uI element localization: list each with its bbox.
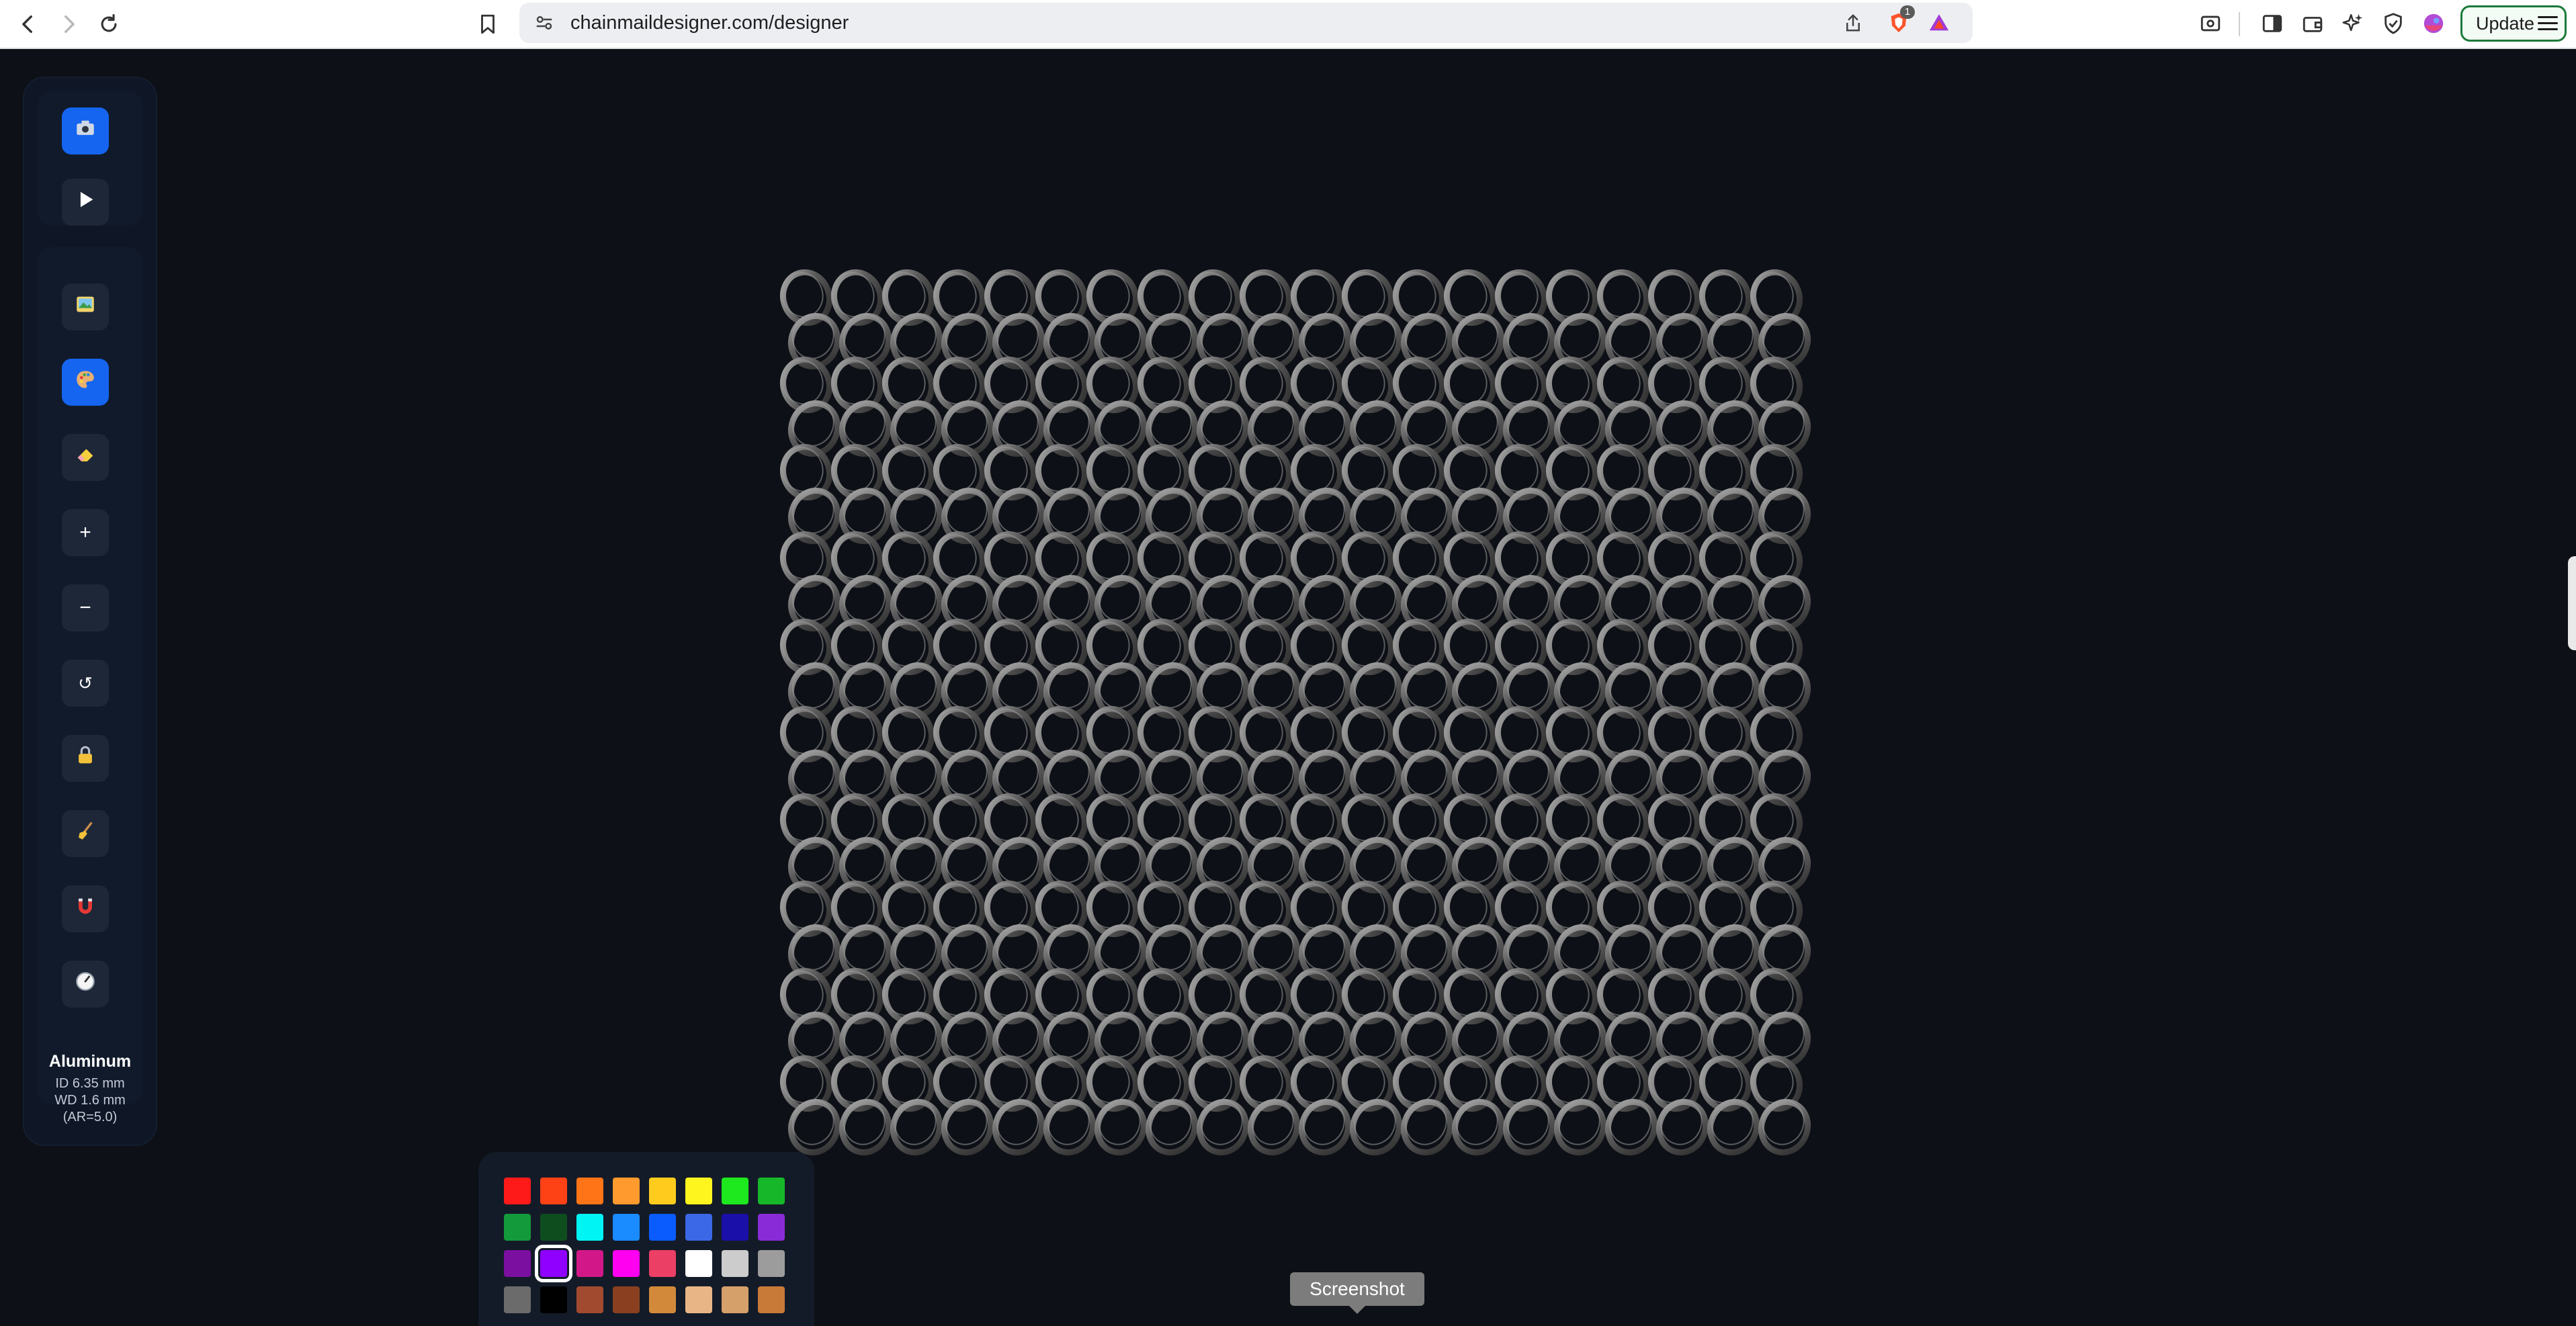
color-swatch[interactable]: [685, 1286, 712, 1313]
color-swatch[interactable]: [758, 1214, 785, 1241]
color-swatch[interactable]: [613, 1178, 640, 1204]
forward-icon[interactable]: [52, 8, 85, 40]
brave-rewards-icon[interactable]: [1928, 11, 1950, 34]
zoom-out-button[interactable]: −: [62, 584, 109, 631]
leo-ai-icon[interactable]: [2339, 10, 2366, 37]
ring-inner-diameter: ID 6.35 mm: [55, 1076, 125, 1091]
color-swatch[interactable]: [504, 1286, 531, 1313]
broom-icon: [74, 820, 97, 848]
play-icon: [74, 188, 97, 216]
paint-palette-icon: [74, 368, 97, 396]
lock-button[interactable]: [62, 735, 109, 782]
paint-button[interactable]: [62, 359, 109, 406]
tool-sidebar: + − ↺ Aluminum ID 6.35 mm WD 1.6 mm (AR=…: [24, 78, 156, 1145]
color-swatch[interactable]: [722, 1286, 748, 1313]
color-swatch[interactable]: [504, 1250, 531, 1277]
reload-icon[interactable]: [93, 8, 125, 40]
color-swatch[interactable]: [649, 1178, 676, 1204]
browser-toolbar: chainmaildesigner.com/designer 1 Update: [0, 0, 2576, 49]
ring-aspect-ratio: (AR=5.0): [62, 1110, 118, 1124]
color-swatch[interactable]: [685, 1178, 712, 1204]
color-swatch[interactable]: [758, 1250, 785, 1277]
eraser-icon: [74, 443, 97, 472]
color-palette: [478, 1152, 814, 1326]
wallet-icon[interactable]: [2299, 10, 2326, 37]
color-swatch[interactable]: [540, 1286, 567, 1313]
menu-icon[interactable]: [2538, 16, 2558, 34]
color-swatch[interactable]: [576, 1214, 603, 1241]
eraser-button[interactable]: [62, 434, 109, 481]
color-swatch[interactable]: [576, 1286, 603, 1313]
color-swatch[interactable]: [540, 1214, 567, 1241]
compass-icon: [74, 970, 97, 998]
play-button[interactable]: [62, 179, 109, 226]
color-swatch[interactable]: [649, 1214, 676, 1241]
color-swatch[interactable]: [649, 1286, 676, 1313]
color-swatch[interactable]: [504, 1214, 531, 1241]
magnet-button[interactable]: [62, 885, 109, 932]
screen-capture-icon[interactable]: [2197, 10, 2224, 37]
zoom-out-icon: −: [79, 596, 91, 619]
update-button[interactable]: Update: [2460, 5, 2567, 42]
zoom-in-icon: +: [79, 521, 91, 543]
reset-view-button[interactable]: ↺: [62, 660, 109, 707]
color-swatch[interactable]: [758, 1178, 785, 1204]
color-swatch[interactable]: [613, 1250, 640, 1277]
sidebar-icon[interactable]: [2259, 10, 2286, 37]
back-icon[interactable]: [12, 8, 44, 40]
ring-wire-diameter: WD 1.6 mm: [54, 1093, 126, 1108]
color-swatch[interactable]: [722, 1250, 748, 1277]
color-swatch[interactable]: [504, 1178, 531, 1204]
toolbar-divider: [2239, 12, 2240, 36]
color-swatch[interactable]: [722, 1178, 748, 1204]
measure-button[interactable]: [62, 961, 109, 1008]
weave-canvas[interactable]: [766, 267, 1814, 1167]
color-swatch[interactable]: [685, 1214, 712, 1241]
color-swatch[interactable]: [722, 1214, 748, 1241]
color-swatch[interactable]: [685, 1250, 712, 1277]
magnet-icon: [74, 895, 97, 923]
vpn-shield-icon[interactable]: [2380, 10, 2407, 37]
screenshot-tooltip: Screenshot: [1290, 1272, 1424, 1314]
sweep-button[interactable]: [62, 810, 109, 857]
zoom-in-button[interactable]: +: [62, 509, 109, 556]
color-swatch[interactable]: [535, 1245, 572, 1282]
color-swatch[interactable]: [613, 1214, 640, 1241]
lock-icon: [74, 744, 97, 772]
image-icon: [74, 293, 97, 321]
color-swatch[interactable]: [613, 1286, 640, 1313]
color-swatch[interactable]: [649, 1250, 676, 1277]
color-swatch[interactable]: [576, 1250, 603, 1277]
shield-count-badge: 1: [1900, 5, 1915, 19]
url-text[interactable]: chainmaildesigner.com/designer: [570, 3, 849, 43]
site-settings-icon[interactable]: [533, 11, 556, 34]
color-swatch[interactable]: [758, 1286, 785, 1313]
color-swatch[interactable]: [576, 1178, 603, 1204]
update-button-label: Update: [2476, 13, 2535, 34]
camera-icon: [74, 117, 97, 145]
side-panel-handle[interactable]: [2568, 556, 2576, 650]
bookmark-icon[interactable]: [472, 8, 504, 40]
profile-avatar-icon[interactable]: [2420, 10, 2447, 37]
color-swatch[interactable]: [540, 1178, 567, 1204]
camera-button[interactable]: [62, 107, 109, 154]
image-button[interactable]: [62, 283, 109, 330]
reset-icon: ↺: [78, 672, 93, 693]
chainmail-weave[interactable]: [766, 267, 1814, 1167]
share-icon[interactable]: [1842, 11, 1864, 34]
address-bar[interactable]: chainmaildesigner.com/designer 1: [519, 3, 1973, 43]
material-name: Aluminum: [48, 1052, 132, 1071]
